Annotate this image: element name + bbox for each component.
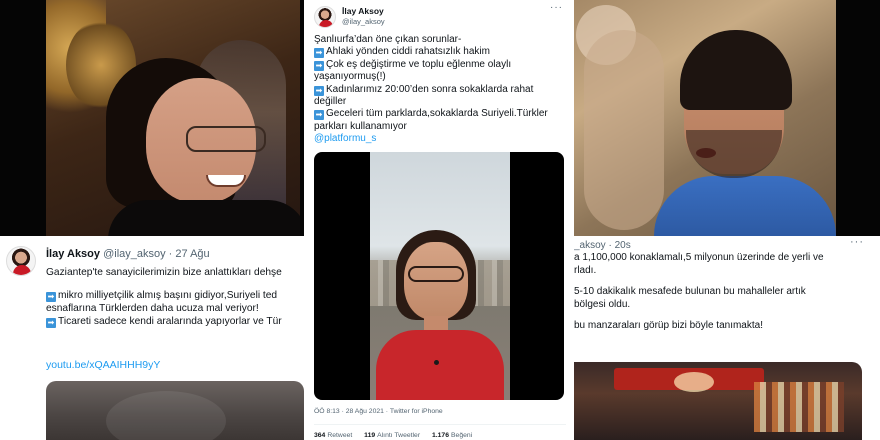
arrow-right-icon: ➡	[46, 292, 56, 302]
more-options-icon[interactable]: ···	[850, 236, 864, 248]
left-video-frame[interactable]	[0, 0, 304, 236]
avatar[interactable]	[6, 246, 36, 276]
right-video-frame[interactable]	[574, 0, 880, 236]
middle-tweet-panel: İlay Aksoy @ilay_aksoy ··· Şanlıurfa’dan…	[306, 0, 572, 440]
arrow-right-icon: ➡	[314, 60, 324, 71]
avatar[interactable]	[314, 6, 336, 28]
retweet-count[interactable]: 364 Retweet	[314, 432, 352, 439]
left-tweet: İlay Aksoy @ilay_aksoy · 27 Ağu Gaziante…	[0, 236, 304, 440]
more-options-icon[interactable]: ···	[550, 2, 563, 13]
arrow-right-icon: ➡	[46, 318, 56, 328]
left-tweet-panel: İlay Aksoy @ilay_aksoy · 27 Ağu Gaziante…	[0, 0, 304, 440]
author-name[interactable]: İlay Aksoy	[46, 248, 100, 260]
right-tweet-panel: _aksoy · 20s ··· a 1,100,000 konaklamalı…	[574, 0, 880, 440]
like-count[interactable]: 1.176 Beğeni	[432, 432, 472, 439]
tweet-header: İlay Aksoy @ilay_aksoy · 27 Ağu	[46, 248, 210, 260]
arrow-right-icon: ➡	[314, 48, 324, 59]
embedded-video[interactable]	[314, 152, 564, 400]
tweet-date[interactable]: 27 Ağu	[175, 248, 209, 260]
tweet-header[interactable]: _aksoy · 20s	[574, 240, 631, 251]
embedded-video-thumbnail[interactable]	[574, 362, 862, 440]
author-name[interactable]: İlay Aksoy	[342, 6, 384, 16]
screenshot-collage: İlay Aksoy @ilay_aksoy · 27 Ağu Gaziante…	[0, 0, 880, 440]
tweet-text: Gaziantep'te sanayicilerimizin bize anla…	[46, 267, 282, 328]
youtube-link[interactable]: youtu.be/xQAAIHHH9yY	[46, 359, 160, 371]
tweet-timestamp[interactable]: ÖÖ 8:13 · 28 Ağu 2021 · Twitter for iPho…	[314, 408, 443, 415]
tweet-text: a 1,100,000 konaklamalı,5 milyonun üzeri…	[574, 252, 824, 331]
quote-count[interactable]: 119 Alıntı Tweetler	[364, 432, 420, 439]
tweet-stats: 364 Retweet 119 Alıntı Tweetler 1.176 Beğen…	[314, 432, 482, 439]
author-handle[interactable]: @ilay_aksoy	[103, 248, 166, 260]
mention-link[interactable]: @platformu_s	[314, 133, 570, 145]
divider	[314, 424, 566, 425]
arrow-right-icon: ➡	[314, 110, 324, 121]
link-preview-thumbnail[interactable]	[46, 381, 304, 440]
tweet-text: Şanlıurfa’dan öne çıkan sorunlar- ➡ Ahlak…	[314, 34, 570, 146]
author-handle[interactable]: @ilay_aksoy	[342, 17, 385, 26]
arrow-right-icon: ➡	[314, 85, 324, 96]
